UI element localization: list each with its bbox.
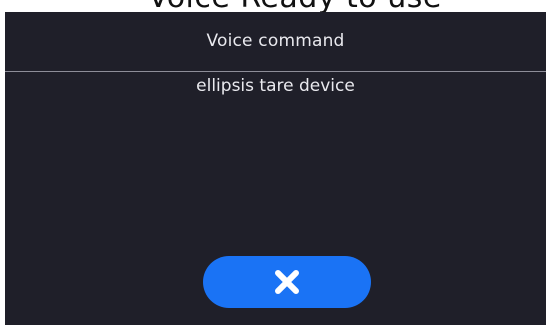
title-divider bbox=[5, 71, 546, 72]
recognized-command-text: ellipsis tare device bbox=[196, 76, 355, 96]
header-partial-text: Voice Ready to use bbox=[148, 0, 442, 12]
close-icon bbox=[275, 270, 299, 294]
top-header-strip: Voice Ready to use bbox=[0, 0, 554, 12]
cancel-button[interactable] bbox=[203, 256, 371, 308]
voice-command-dialog: Voice command ellipsis tare device bbox=[5, 12, 546, 325]
dialog-title: Voice command bbox=[206, 31, 345, 51]
